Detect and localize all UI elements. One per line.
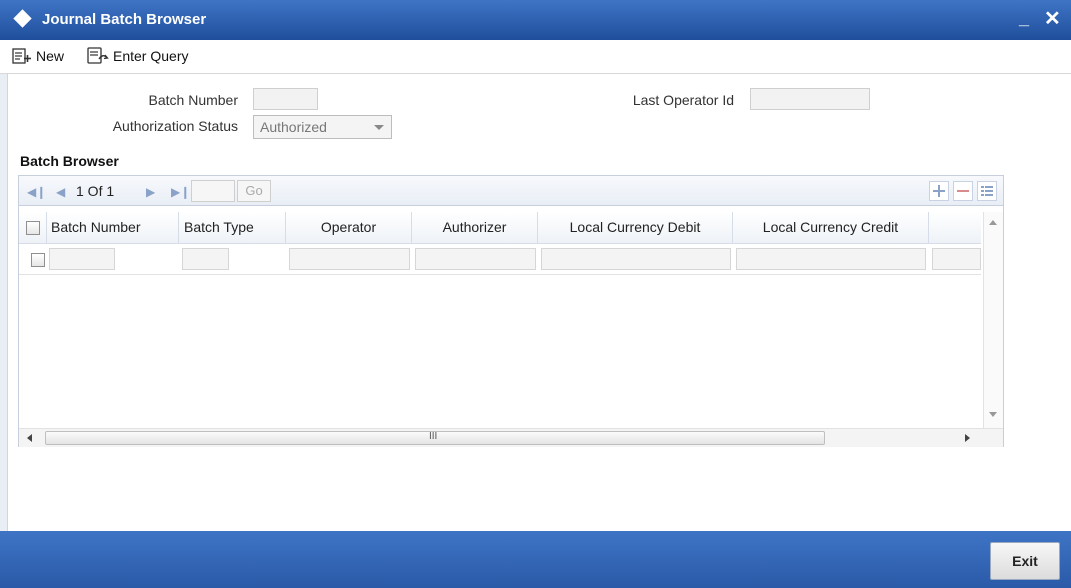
single-view-icon [981, 186, 993, 196]
horizontal-scroll-thumb[interactable]: III [45, 431, 825, 445]
table-row [19, 245, 981, 275]
select-all-checkbox[interactable] [26, 221, 40, 235]
column-header[interactable]: Operator [286, 212, 412, 244]
go-button[interactable]: Go [237, 180, 271, 202]
single-view-button[interactable] [977, 181, 997, 201]
last-operator-id-input[interactable] [750, 88, 870, 110]
operator-cell[interactable] [289, 248, 410, 270]
scroll-up-icon[interactable] [989, 220, 997, 225]
horizontal-scrollbar[interactable]: III [19, 428, 1003, 447]
delete-row-icon [957, 190, 969, 192]
last-page-icon[interactable]: ▶❙ [171, 185, 190, 199]
query-icon [87, 47, 109, 64]
grid-header: Batch Number Batch Type Operator Authori… [19, 212, 981, 244]
authorization-status-value: Authorized [260, 119, 327, 135]
local-currency-debit-cell[interactable] [541, 248, 731, 270]
pager: ◀❙ ◀ 1 Of 1 ▶ ▶❙ Go [19, 176, 1003, 206]
last-operator-id-label: Last Operator Id [632, 92, 734, 108]
close-icon[interactable]: ✕ [1044, 6, 1061, 31]
window-title: Journal Batch Browser [42, 11, 207, 28]
footer-bar: Exit [0, 531, 1071, 588]
extra-cell[interactable] [932, 248, 981, 270]
page-indicator: 1 Of 1 [76, 183, 115, 199]
column-header[interactable]: Batch Type [179, 212, 286, 244]
scroll-right-icon[interactable] [965, 434, 970, 442]
window-titlebar: Journal Batch Browser _ ✕ [0, 0, 1071, 40]
page-number-input[interactable] [191, 180, 235, 202]
scroll-grip: III [429, 431, 438, 442]
batch-number-cell[interactable] [49, 248, 115, 270]
scroll-down-icon[interactable] [989, 412, 997, 417]
vertical-scrollbar[interactable] [983, 212, 1003, 428]
enter-query-label: Enter Query [113, 48, 189, 64]
new-label: New [36, 48, 65, 64]
diamond-icon [13, 9, 32, 28]
scroll-left-icon[interactable] [27, 434, 32, 442]
chevron-down-icon [374, 125, 384, 130]
add-row-icon [933, 185, 945, 197]
local-currency-credit-cell[interactable] [736, 248, 926, 270]
column-header-extra [929, 212, 981, 244]
section-title: Batch Browser [20, 153, 119, 169]
authorizer-cell[interactable] [415, 248, 536, 270]
first-page-icon[interactable]: ◀❙ [27, 185, 46, 199]
authorization-status-label: Authorization Status [112, 118, 238, 134]
authorization-status-select[interactable]: Authorized [253, 115, 392, 139]
left-edge-strip [0, 74, 8, 531]
column-header[interactable]: Local Currency Debit [538, 212, 733, 244]
minimize-icon[interactable]: _ [1019, 8, 1029, 29]
column-header[interactable]: Local Currency Credit [733, 212, 929, 244]
new-doc-icon [12, 48, 31, 64]
batch-browser-grid: ◀❙ ◀ 1 Of 1 ▶ ▶❙ Go Batch Number Batch T… [18, 175, 1004, 447]
batch-number-label: Batch Number [148, 92, 238, 108]
header-select-cell [19, 212, 47, 244]
enter-query-button[interactable]: Enter Query [87, 47, 188, 65]
batch-number-input[interactable] [253, 88, 318, 110]
column-header[interactable]: Batch Number [47, 212, 179, 244]
new-button[interactable]: New [12, 47, 64, 65]
batch-type-cell[interactable] [182, 248, 229, 270]
row-checkbox[interactable] [31, 253, 45, 267]
column-header[interactable]: Authorizer [412, 212, 538, 244]
toolbar: New Enter Query [0, 40, 1071, 74]
next-page-icon[interactable]: ▶ [146, 185, 155, 199]
delete-row-button[interactable] [953, 181, 973, 201]
exit-button[interactable]: Exit [990, 542, 1060, 580]
add-row-button[interactable] [929, 181, 949, 201]
prev-page-icon[interactable]: ◀ [56, 185, 65, 199]
